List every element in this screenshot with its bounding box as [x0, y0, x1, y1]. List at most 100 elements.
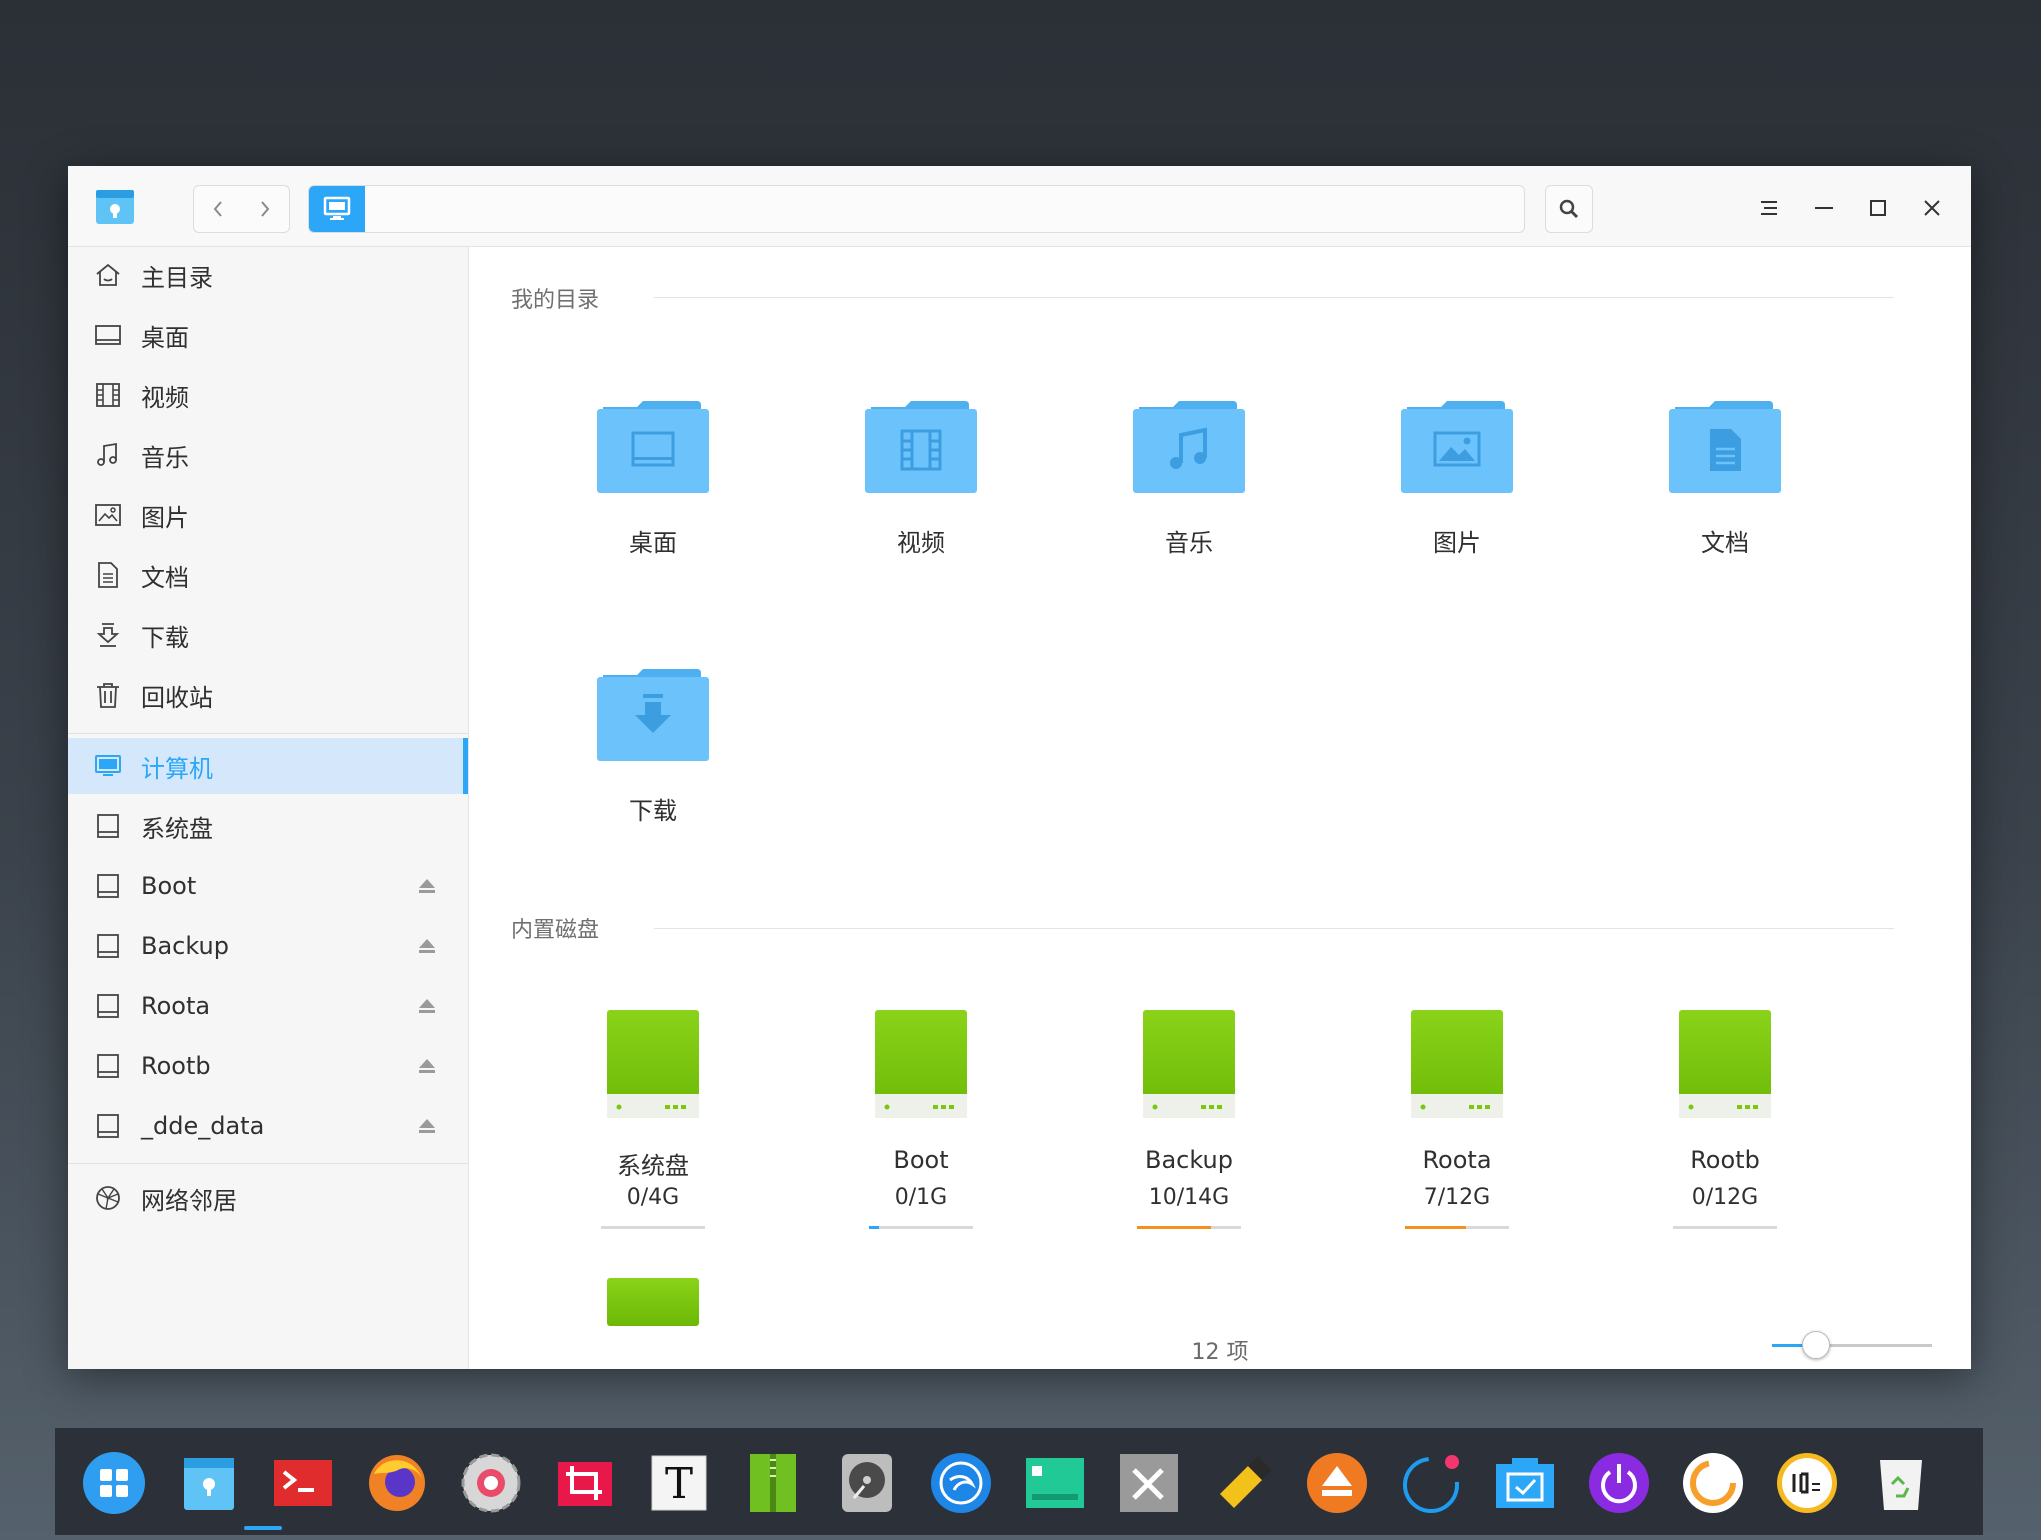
network-icon: [96, 1186, 120, 1210]
disk-backup[interactable]: Backup 10/14G: [1094, 1010, 1284, 1240]
hard-disk-icon: [1679, 1010, 1771, 1118]
menu-button[interactable]: [1749, 188, 1789, 228]
sidebar-divider: [68, 733, 468, 734]
sidebar-item-label: 视频: [141, 383, 189, 412]
breadcrumb-computer[interactable]: [309, 186, 365, 232]
sidebar-item-disk-roota[interactable]: Roota: [68, 978, 468, 1034]
system-monitor-icon[interactable]: [1022, 1450, 1088, 1516]
minimize-button[interactable]: [1804, 188, 1844, 228]
usb-writer-icon[interactable]: [1210, 1450, 1276, 1516]
settings-icon[interactable]: [458, 1450, 524, 1516]
sidebar-item-pictures[interactable]: 图片: [68, 487, 468, 543]
eject-app-icon[interactable]: [1304, 1450, 1370, 1516]
sidebar-item-downloads[interactable]: 下载: [68, 607, 468, 663]
trash-icon: [97, 683, 119, 708]
eject-icon[interactable]: [418, 1058, 436, 1074]
sidebar-item-disk-rootb[interactable]: Rootb: [68, 1038, 468, 1094]
folder-label: 桌面: [629, 529, 677, 557]
sidebar-item-disk-system[interactable]: 系统盘: [68, 798, 468, 854]
folder-desktop[interactable]: 桌面: [558, 395, 748, 585]
sidebar-item-network[interactable]: 网络邻居: [68, 1170, 468, 1226]
search-button[interactable]: [1545, 185, 1593, 233]
firefox-icon[interactable]: [364, 1450, 430, 1516]
download-folder-icon: [597, 669, 709, 761]
deepin-store-icon[interactable]: [928, 1450, 994, 1516]
sidebar-item-computer[interactable]: 计算机: [68, 738, 468, 794]
disk-usage: 7/12G: [1423, 1185, 1491, 1210]
folder-documents[interactable]: 文档: [1630, 395, 1820, 585]
sidebar-item-videos[interactable]: 视频: [68, 367, 468, 423]
computer-icon: [323, 196, 351, 220]
address-bar[interactable]: [308, 185, 1525, 233]
text-editor-icon[interactable]: T: [646, 1450, 712, 1516]
sidebar-item-music[interactable]: 音乐: [68, 427, 468, 483]
disk-usage-bar: [1137, 1226, 1241, 1229]
search-icon: [1559, 199, 1579, 219]
launcher-icon[interactable]: [81, 1450, 147, 1516]
hard-disk-icon: [875, 1010, 967, 1118]
disk-icon: [97, 934, 119, 958]
forward-button[interactable]: [242, 186, 290, 232]
sidebar-item-disk-boot[interactable]: Boot: [68, 858, 468, 914]
sidebar-item-desktop[interactable]: 桌面: [68, 307, 468, 363]
folder-label: 下载: [629, 797, 677, 825]
sidebar-item-disk-backup[interactable]: Backup: [68, 918, 468, 974]
disk-usage-fill: [1137, 1226, 1212, 1229]
folder-videos[interactable]: 视频: [826, 395, 1016, 585]
screenshot-icon[interactable]: [552, 1450, 618, 1516]
clock-icon[interactable]: [1774, 1450, 1840, 1516]
sidebar-item-disk-dde-data[interactable]: _dde_data: [68, 1098, 468, 1154]
back-button[interactable]: [194, 186, 242, 232]
disk-usage-fill: [1405, 1226, 1466, 1229]
disk-roota[interactable]: Roota 7/12G: [1362, 1010, 1552, 1240]
sidebar-item-home[interactable]: 主目录: [68, 247, 468, 303]
disk-usage-bar: [869, 1226, 973, 1229]
folder-label: 图片: [1433, 529, 1481, 557]
sidebar-item-label: Backup: [141, 932, 229, 960]
movie-player-icon[interactable]: [1680, 1450, 1746, 1516]
folder-downloads[interactable]: 下载: [558, 663, 748, 853]
tools-icon[interactable]: [1116, 1450, 1182, 1516]
disk-rootb[interactable]: Rootb 0/12G: [1630, 1010, 1820, 1240]
eject-icon[interactable]: [418, 878, 436, 894]
sidebar-divider: [68, 1163, 468, 1164]
main-content: 我的目录 桌面 视频 音乐 图片 文档 下载 内置磁盘 系统盘 0/4G Boo…: [469, 247, 1971, 1369]
music-player-icon[interactable]: [1398, 1450, 1464, 1516]
eject-icon[interactable]: [418, 998, 436, 1014]
home-icon: [96, 263, 120, 286]
maximize-button[interactable]: [1858, 188, 1898, 228]
sidebar-item-documents[interactable]: 文档: [68, 547, 468, 603]
shutdown-icon[interactable]: [1586, 1450, 1652, 1516]
trash-icon[interactable]: [1868, 1450, 1934, 1516]
folder-pictures[interactable]: 图片: [1362, 395, 1552, 585]
hard-disk-icon: [607, 1278, 699, 1326]
music-icon: [97, 442, 117, 466]
hard-disk-icon: [1143, 1010, 1235, 1118]
screen-capture-icon[interactable]: [1492, 1450, 1558, 1516]
zoom-slider[interactable]: [1772, 1331, 1932, 1359]
disk-usage: 0/12G: [1691, 1185, 1759, 1210]
file-manager-icon[interactable]: [176, 1450, 242, 1516]
terminal-icon[interactable]: [270, 1450, 336, 1516]
sidebar-item-label: 计算机: [141, 754, 213, 783]
disk-icon: [97, 1054, 119, 1078]
disk-label: Boot: [893, 1146, 949, 1174]
close-button[interactable]: [1912, 188, 1952, 228]
sidebar-item-label: 下载: [141, 623, 189, 652]
disk-icon: [97, 1114, 119, 1138]
zoom-slider-handle[interactable]: [1802, 1331, 1831, 1359]
eject-icon[interactable]: [418, 1118, 436, 1134]
status-item-count: 12 项: [1191, 1340, 1249, 1365]
disk-dde-data-partial[interactable]: [558, 1278, 748, 1338]
computer-icon: [95, 755, 121, 776]
disk-utility-icon[interactable]: [834, 1450, 900, 1516]
section-divider: [654, 928, 1894, 929]
eject-icon[interactable]: [418, 938, 436, 954]
chevron-left-icon: [213, 201, 222, 217]
disk-boot[interactable]: Boot 0/1G: [826, 1010, 1016, 1240]
archive-manager-icon[interactable]: [740, 1450, 806, 1516]
disk-usage-bar: [1405, 1226, 1509, 1229]
sidebar-item-trash[interactable]: 回收站: [68, 667, 468, 723]
disk-system[interactable]: 系统盘 0/4G: [558, 1010, 748, 1240]
folder-music[interactable]: 音乐: [1094, 395, 1284, 585]
